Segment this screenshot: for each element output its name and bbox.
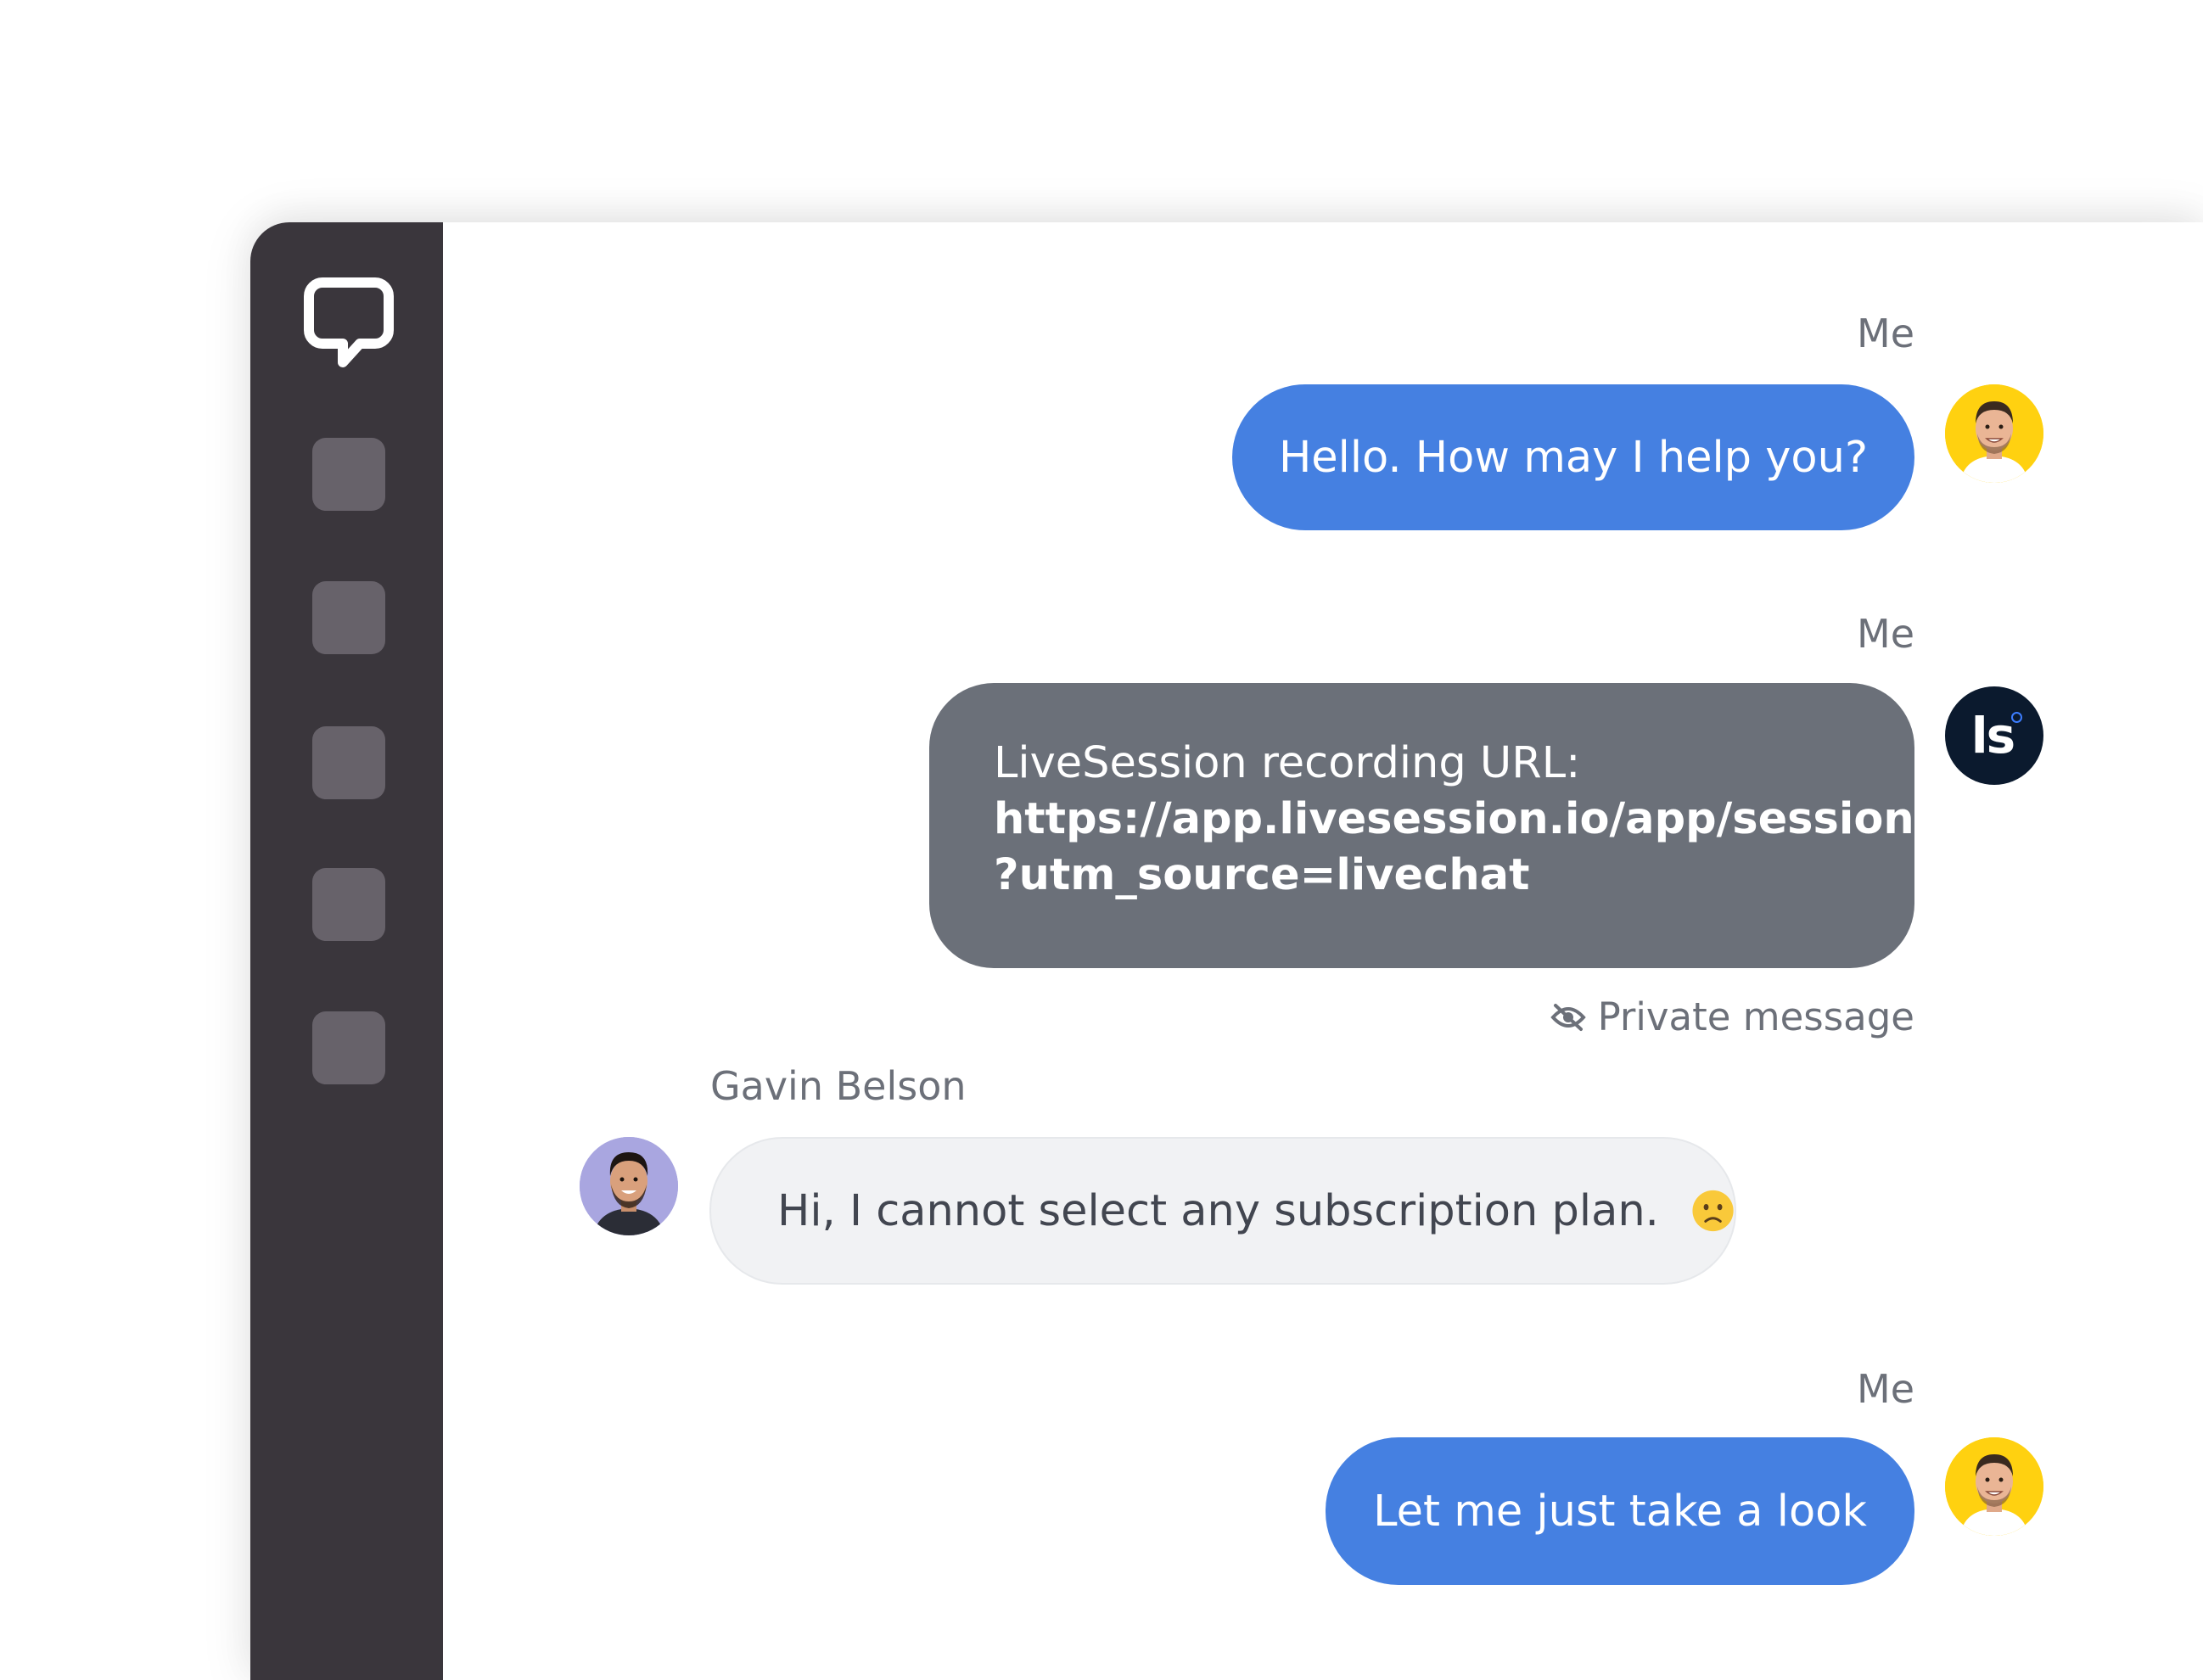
sender-name: Me — [1857, 311, 1914, 356]
agent-avatar[interactable] — [1945, 1437, 2043, 1536]
sender-name: Me — [1857, 611, 1914, 657]
agent-face-icon — [1945, 1437, 2043, 1536]
message-bubble-agent[interactable]: Let me just take a look — [1326, 1437, 1914, 1585]
nav-item-1[interactable] — [312, 438, 385, 511]
recording-url-heading: LiveSession recording URL: — [994, 738, 1581, 788]
sidebar — [250, 222, 443, 1680]
sender-name-customer: Gavin Belson — [710, 1063, 967, 1109]
livesession-avatar[interactable]: ls — [1945, 686, 2043, 785]
customer-face-icon — [580, 1137, 678, 1235]
nav-item-5[interactable] — [312, 1011, 385, 1084]
sender-name: Me — [1857, 1366, 1914, 1412]
recording-url-link-query[interactable]: ?utm_source=livechat — [994, 848, 1855, 904]
nav-item-3[interactable] — [312, 726, 385, 799]
private-message-indicator: Private message — [1550, 994, 1914, 1039]
recording-url-link[interactable]: https://app.livesession.io/app/sessions/… — [994, 792, 1971, 848]
message-text: Let me just take a look — [1373, 1486, 1867, 1537]
private-message-bubble[interactable]: LiveSession recording URL: https://app.l… — [929, 683, 1971, 968]
message-bubble-agent[interactable]: Hello. How may I help you? — [1232, 384, 1914, 530]
livechat-logo-icon[interactable] — [304, 277, 394, 369]
message-text: Hello. How may I help you? — [1278, 432, 1869, 483]
eye-off-icon — [1550, 1003, 1586, 1031]
nav-item-2[interactable] — [312, 581, 385, 654]
message-bubble-customer[interactable]: Hi, I cannot select any subscription pla… — [709, 1137, 1736, 1285]
livesession-dot-icon — [2011, 712, 2022, 723]
agent-avatar[interactable] — [1945, 384, 2043, 483]
agent-face-icon — [1945, 384, 2043, 483]
frowning-face-icon — [1692, 1190, 1734, 1232]
private-message-label: Private message — [1597, 994, 1914, 1039]
message-text: Hi, I cannot select any subscription pla… — [777, 1185, 1659, 1236]
customer-avatar[interactable] — [580, 1137, 678, 1235]
livesession-avatar-text: ls — [1970, 707, 2015, 764]
nav-item-4[interactable] — [312, 868, 385, 941]
